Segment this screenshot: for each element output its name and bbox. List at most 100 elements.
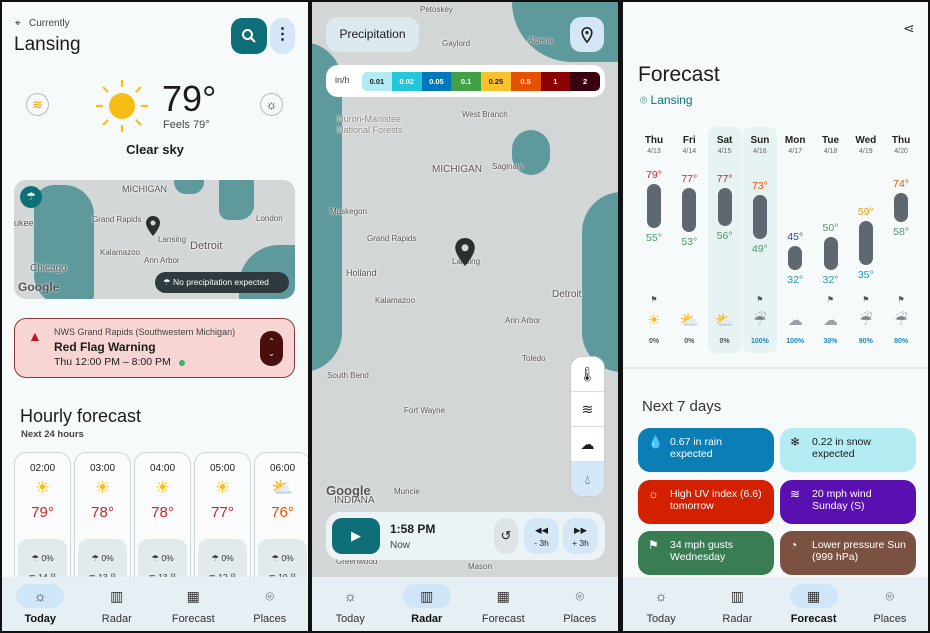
day-date: 4/18: [823, 148, 838, 155]
precip-layer-button[interactable]: 💧︎: [571, 462, 604, 496]
air-quality-button[interactable]: ≋: [26, 93, 49, 116]
summary-tile[interactable]: ☼ High UV index (6.6) tomorrow: [638, 479, 774, 524]
precip-chance: 100%: [750, 338, 769, 345]
day-name: Mon: [784, 135, 806, 146]
forecast-day[interactable]: Mon 4/17 45° 32° ☁︎ 100%: [778, 127, 812, 353]
rain-icon: ☔︎: [753, 312, 767, 329]
more-vert-icon: ⋮: [274, 26, 291, 43]
nav-forecast[interactable]: ▦ Forecast: [155, 577, 232, 631]
high-temp: 77°: [716, 172, 733, 185]
summary-tile[interactable]: ⚑ 34 mph gusts Wednesday: [638, 531, 774, 575]
nav-label: Today: [335, 613, 365, 625]
forecast-day[interactable]: Tue 4/18 50° 32° ⚑ ☁︎ 30%: [814, 127, 848, 353]
uv-button[interactable]: ☼: [260, 93, 283, 116]
forward-label: + 3h: [572, 538, 589, 548]
search-button[interactable]: [231, 18, 267, 54]
nav-today[interactable]: ☼ Today: [623, 577, 699, 631]
hourly-time: 03:00: [89, 463, 116, 474]
share-icon: ⋖: [903, 20, 915, 36]
temp-range-bar: [823, 237, 838, 270]
forecast-day[interactable]: Wed 4/19 59° 35° ⚑ ☔︎ 90%: [849, 127, 883, 353]
map-icon: ▥: [402, 584, 451, 608]
legend-cell-0.25: 0.25: [481, 72, 511, 91]
summary-tile[interactable]: 💧 0.67 in rain expected: [638, 428, 774, 472]
partly-cloudy-icon: ⛅: [679, 312, 699, 329]
nav-radar[interactable]: ▥ Radar: [389, 577, 466, 631]
legend-cell-0.01: 0.01: [362, 72, 392, 91]
radar-time-sub: Now: [390, 540, 411, 551]
forecast-day[interactable]: Fri 4/14 77° 53° ⛅ 0%: [672, 127, 706, 353]
more-menu-button[interactable]: ⋮: [270, 18, 295, 54]
my-location-button[interactable]: [570, 17, 604, 52]
forecast-day[interactable]: Sun 4/16 73° 49° ⚑ ☔︎ 100%: [742, 127, 777, 353]
hourly-card[interactable]: 03:00☀78°☂ 0%≋ 13 ⊽: [74, 452, 131, 592]
forecast-day[interactable]: Thu 4/13 79° 55° ⚑ ☀ 0%: [637, 127, 671, 353]
rain-icon: ☔︎: [859, 312, 873, 329]
map-label: Holland: [346, 268, 377, 278]
sun-icon: ☀: [154, 478, 171, 497]
low-temp: 53°: [681, 235, 698, 248]
weather-alert-card[interactable]: ▲ NWS Grand Rapids (Southwestern Michiga…: [14, 318, 295, 378]
temperature-layer-button[interactable]: 🌡︎: [571, 357, 604, 392]
precip-value: 0%: [41, 553, 54, 563]
forward-button[interactable]: ▶▶ + 3h: [563, 518, 598, 554]
rewind-button[interactable]: ◀◀ - 3h: [524, 518, 559, 554]
precip-chance: 90%: [858, 338, 873, 345]
summary-tile[interactable]: ❄ 0.22 in snow expected: [780, 428, 916, 472]
hourly-temp: 79°: [31, 504, 54, 521]
nav-places[interactable]: ⌾ Places: [852, 577, 928, 631]
current-temperature: 79°: [162, 78, 217, 119]
share-button[interactable]: ⋖: [903, 20, 915, 37]
nav-today[interactable]: ☼ Today: [312, 577, 389, 631]
summary-tile[interactable]: ≋ 20 mph wind Sunday (S): [780, 479, 916, 524]
map-label: Ann Arbor: [144, 256, 180, 265]
history-button[interactable]: ↺: [494, 518, 518, 554]
precip-chip-text: No precipitation expected: [172, 277, 269, 287]
layer-select-button[interactable]: Precipitation: [326, 17, 419, 52]
rewind-icon: ◀◀: [534, 525, 549, 535]
radar-preview-map[interactable]: ☂ MICHIGAN ukee Grand Rapids Lansing Det…: [14, 180, 295, 299]
forecast-location-text: Lansing: [650, 93, 693, 107]
nav-today[interactable]: ☼ Today: [2, 577, 79, 631]
hourly-card[interactable]: 05:00☀77°☂ 0%≋ 12 ⊽: [194, 452, 251, 592]
wind-layer-button[interactable]: ≋: [571, 392, 604, 427]
expand-alert-button[interactable]: ⌃ ⌄: [260, 331, 283, 366]
nav-forecast[interactable]: ▦ Forecast: [776, 577, 852, 631]
legend-scale: 0.01 0.02 0.05 0.1 0.25 0.5 1 2: [362, 72, 600, 91]
nav-forecast[interactable]: ▦ Forecast: [465, 577, 542, 631]
nav-places[interactable]: ⌾ Places: [232, 577, 309, 631]
hourly-card[interactable]: 02:00☀79°☂ 0%≋ 14 ⊽: [14, 452, 71, 592]
nav-radar[interactable]: ▥ Radar: [699, 577, 775, 631]
uv-icon: ☼: [265, 97, 278, 112]
city-title: Lansing: [14, 34, 81, 55]
nav-radar[interactable]: ▥ Radar: [79, 577, 156, 631]
sun-icon: ☼: [343, 588, 357, 604]
nav-label: Today: [646, 613, 676, 625]
cloud-layer-button[interactable]: ☁︎: [571, 427, 604, 462]
hourly-card[interactable]: 06:00⛅76°☂ 0%≋ 10 ⊽: [254, 452, 308, 592]
high-temp: 50°: [822, 222, 839, 235]
hourly-precip: ☂ 0%: [18, 549, 67, 568]
hourly-precip: ☂ 0%: [198, 549, 247, 568]
nav-places[interactable]: ⌾ Places: [542, 577, 619, 631]
forecast-day[interactable]: Thu 4/20 74° 58° ⚑ ☔︎ 80%: [884, 127, 918, 353]
partly-cloudy-icon: ⛅: [715, 312, 734, 329]
summary-tile[interactable]: ◔ Lower pressure Sun (999 hPa): [780, 531, 916, 575]
day-name: Tue: [821, 135, 840, 146]
wind-flag-icon: ⚑: [897, 295, 905, 304]
nav-label: Places: [873, 613, 907, 625]
hourly-card[interactable]: 04:00☀78°☂ 0%≋ 13 ⊽: [134, 452, 191, 592]
umbrella-icon: ☂: [151, 553, 162, 563]
play-button[interactable]: ▶: [332, 518, 380, 554]
map-label: Gaylord: [442, 39, 471, 48]
map-label: Huron-Manistee: [337, 114, 402, 124]
lake-huron: [174, 180, 204, 194]
map-label: Ann Arbor: [505, 316, 541, 325]
condition-text: Clear sky: [126, 142, 184, 157]
precip-chance: 30%: [823, 338, 838, 345]
playback-bar: ▶ 1:58 PM Now ↺ ◀◀ - 3h ▶▶ + 3h: [326, 512, 605, 560]
high-temp: 74°: [893, 178, 910, 191]
forecast-day[interactable]: Sat 4/15 77° 56° ⛅ 0%: [707, 127, 742, 353]
calendar-icon: ▦: [789, 584, 838, 608]
location-pin-icon: ⌾: [640, 93, 651, 107]
